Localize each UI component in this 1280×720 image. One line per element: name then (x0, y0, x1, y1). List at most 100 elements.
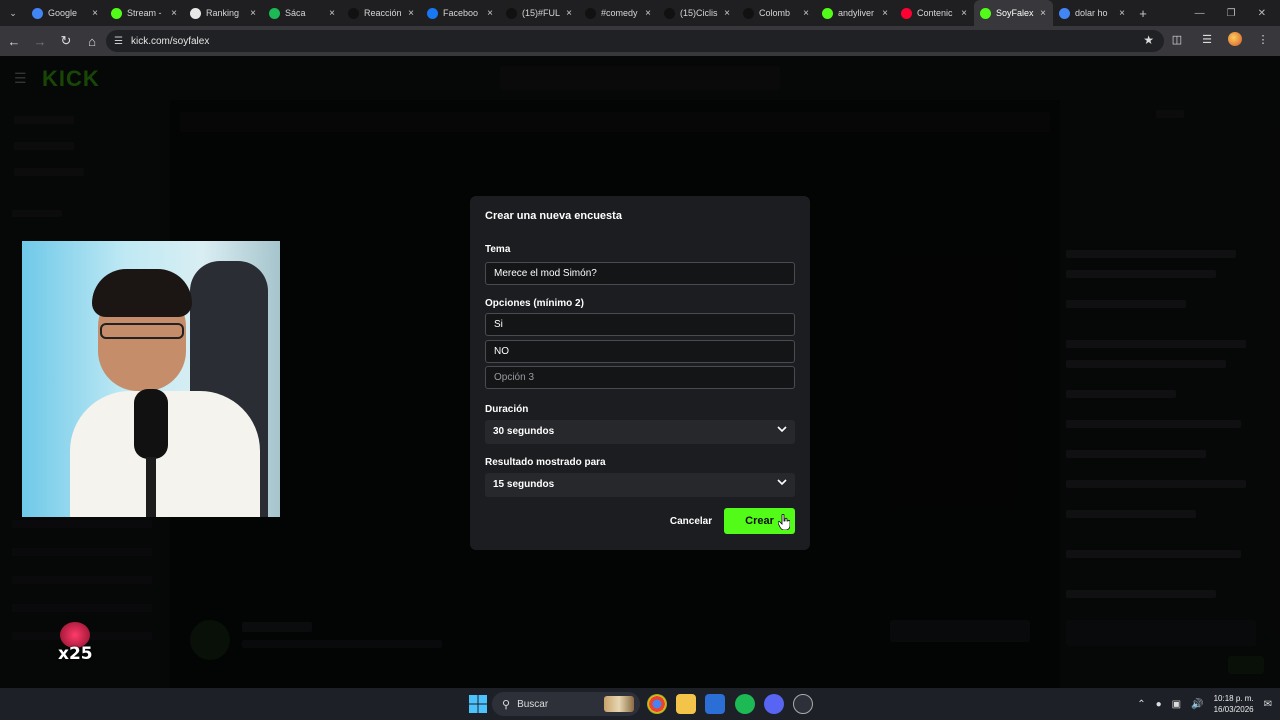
close-tab-icon[interactable]: × (958, 8, 970, 19)
close-tab-icon[interactable]: × (405, 8, 417, 19)
close-window-icon[interactable]: ✕ (1258, 8, 1266, 19)
tab-title: Ranking (206, 8, 240, 18)
browser-tab[interactable]: dolar ho × (1053, 0, 1132, 26)
tab-title: #comedy (601, 8, 638, 18)
microphone-icon[interactable]: ● (1156, 699, 1162, 710)
options-label: Opciones (mínimo 2) (485, 298, 584, 309)
tiktok-icon (348, 7, 359, 19)
tiktok-icon (664, 7, 675, 19)
close-tab-icon[interactable]: × (1037, 8, 1049, 19)
tab-title: Google (48, 8, 78, 18)
bookmark-star-icon[interactable]: ★ (1143, 33, 1154, 47)
forward-arrow-icon[interactable]: → (28, 29, 52, 53)
tab-title: Stream - (127, 8, 162, 18)
close-tab-icon[interactable]: × (247, 8, 259, 19)
x25-badge-text: x25 (58, 644, 93, 664)
volume-icon[interactable]: 🔊 (1191, 699, 1203, 710)
tab-title: andyliver (838, 8, 875, 18)
close-tab-icon[interactable]: × (168, 8, 180, 19)
new-tab-button[interactable]: + (1132, 6, 1154, 21)
cancel-button[interactable]: Cancelar (662, 508, 720, 534)
facebook-icon (427, 7, 438, 19)
close-tab-icon[interactable]: × (879, 8, 891, 19)
tab-title: (15)Ciclis (680, 8, 718, 18)
browser-tab[interactable]: SoyFalex × (974, 0, 1053, 26)
google-icon (1059, 7, 1070, 19)
browser-tab[interactable]: Contenic × (895, 0, 974, 26)
profile-avatar[interactable] (1228, 32, 1242, 46)
option-2-input[interactable]: NO (485, 340, 795, 363)
browser-tab[interactable]: (15)#FUL × (500, 0, 579, 26)
browser-tab[interactable]: Ranking × (184, 0, 263, 26)
site-info-icon[interactable]: ☰ (114, 36, 123, 47)
browser-tab-strip: ⌄ Google × Stream - × Ranking × Sáca × Reacción ×… (0, 0, 1280, 26)
close-tab-icon[interactable]: × (721, 8, 733, 19)
diamond-icon (190, 7, 201, 19)
tab-title: Colomb (759, 8, 791, 18)
create-poll-modal: Crear una nueva encuesta Tema Merece el … (470, 196, 810, 550)
modal-title: Crear una nueva encuesta (485, 210, 622, 222)
close-tab-icon[interactable]: × (326, 8, 338, 19)
discord-icon[interactable] (764, 694, 784, 714)
close-tab-icon[interactable]: × (1116, 8, 1128, 19)
menu-kebab-icon[interactable]: ⋮ (1254, 30, 1272, 48)
duration-value: 30 segundos (493, 426, 555, 437)
clock[interactable]: 10:18 p. m. 16/03/2026 (1214, 693, 1254, 715)
windows-start-icon[interactable] (469, 695, 487, 713)
topic-label: Tema (485, 244, 511, 255)
reading-list-icon[interactable]: ☰ (1198, 30, 1216, 48)
chevron-up-icon[interactable]: ⌃ (1137, 699, 1145, 710)
topic-input[interactable]: Merece el mod Simón? (485, 262, 795, 285)
browser-tab[interactable]: Reacción × (342, 0, 421, 26)
option-1-input[interactable]: Si (485, 313, 795, 336)
clock-date: 16/03/2026 (1213, 705, 1254, 714)
network-icon[interactable]: ▣ (1172, 699, 1181, 710)
tiktok-icon (506, 7, 517, 19)
address-bar[interactable]: ☰ kick.com/soyfalex ★ (106, 30, 1164, 52)
browser-tab[interactable]: Sáca × (263, 0, 342, 26)
app-icon[interactable] (793, 694, 813, 714)
close-tab-icon[interactable]: × (563, 8, 575, 19)
tab-title: Contenic (917, 8, 953, 18)
result-duration-value: 15 segundos (493, 479, 555, 490)
store-icon[interactable] (705, 694, 725, 714)
x25-badge: x25 (58, 622, 93, 666)
reload-icon[interactable]: ↻ (54, 29, 78, 53)
close-tab-icon[interactable]: × (89, 8, 101, 19)
tab-search-icon[interactable]: ⌄ (0, 0, 26, 26)
close-tab-icon[interactable]: × (642, 8, 654, 19)
close-tab-icon[interactable]: × (800, 8, 812, 19)
browser-tab[interactable]: (15)Ciclis × (658, 0, 737, 26)
notifications-icon[interactable]: ✉ (1264, 699, 1272, 710)
minimize-icon[interactable]: — (1195, 8, 1205, 19)
browser-tab[interactable]: Faceboo × (421, 0, 500, 26)
browser-tab[interactable]: andyliver × (816, 0, 895, 26)
google-icon (32, 7, 43, 19)
home-icon[interactable]: ⌂ (80, 29, 104, 53)
result-duration-select[interactable]: 15 segundos (485, 473, 795, 497)
restore-icon[interactable]: ❐ (1227, 8, 1236, 19)
clock-time: 10:18 p. m. (1213, 694, 1254, 703)
file-explorer-icon[interactable] (676, 694, 696, 714)
chevron-down-icon (777, 479, 787, 486)
tab-title: Reacción (364, 8, 402, 18)
option-3-input[interactable]: Opción 3 (485, 366, 795, 389)
kick-icon (980, 7, 991, 19)
duration-select[interactable]: 30 segundos (485, 420, 795, 444)
webcam-overlay (22, 241, 280, 517)
browser-tab[interactable]: Colomb × (737, 0, 816, 26)
taskbar-search[interactable]: ⚲ Buscar (492, 692, 640, 716)
hand-cursor-icon (778, 514, 790, 530)
browser-tab[interactable]: Stream - × (105, 0, 184, 26)
kick-icon (822, 7, 833, 19)
chrome-icon[interactable] (647, 694, 667, 714)
browser-tab[interactable]: Google × (26, 0, 105, 26)
tab-title: (15)#FUL (522, 8, 561, 18)
browser-tab[interactable]: #comedy × (579, 0, 658, 26)
close-tab-icon[interactable]: × (484, 8, 496, 19)
spotify-taskbar-icon[interactable] (735, 694, 755, 714)
search-icon: ⚲ (502, 698, 511, 711)
extensions-icon[interactable]: ◫ (1168, 30, 1186, 48)
back-arrow-icon[interactable]: ← (2, 29, 26, 53)
windows-taskbar: ⚲ Buscar ⌃ ● ▣ 🔊 10:18 p. m. 16/03/2026 … (0, 688, 1280, 720)
